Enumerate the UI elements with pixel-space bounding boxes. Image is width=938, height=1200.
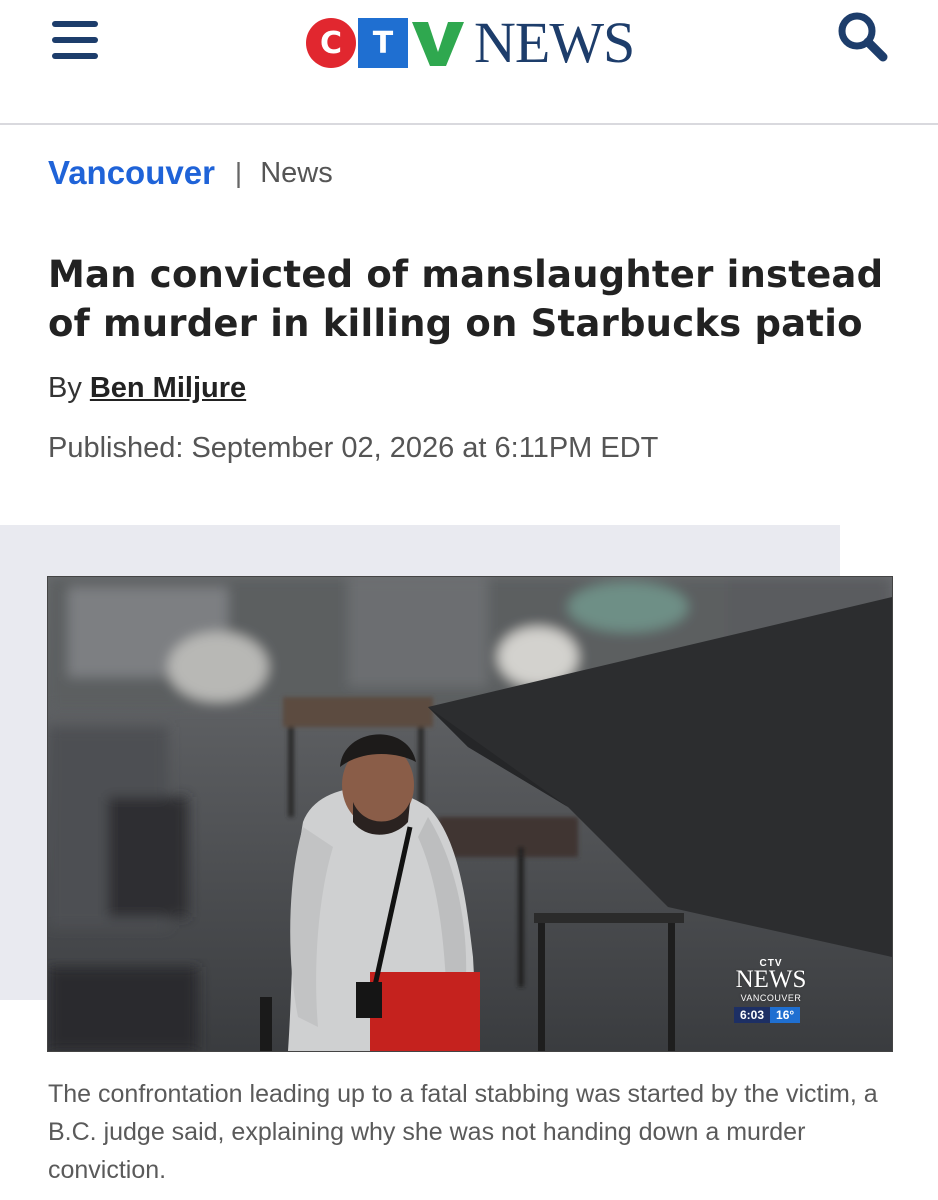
watermark-news: NEWS — [735, 966, 807, 993]
menu-bar-line — [52, 21, 98, 27]
ctv-news-logo[interactable]: C T NEWS — [306, 10, 635, 75]
menu-bar-line — [52, 37, 98, 43]
watermark-temperature: 16° — [770, 1007, 801, 1023]
byline-prefix: By — [48, 372, 82, 404]
watermark-time: 6:03 — [734, 1007, 771, 1023]
watermark-city: VANCOUVER — [740, 993, 802, 1003]
hamburger-menu-icon[interactable] — [50, 19, 100, 63]
article-lead-image[interactable]: CTV NEWS VANCOUVER 6:03 16° — [47, 576, 893, 1052]
site-header: C T NEWS — [0, 0, 938, 125]
logo-wordmark: NEWS — [474, 10, 635, 75]
logo-letter-v — [412, 22, 464, 66]
breadcrumb: Vancouver | News — [48, 150, 333, 196]
published-label: Published: — [48, 432, 184, 464]
breadcrumb-category-link[interactable]: News — [260, 157, 333, 190]
logo-letter-t: T — [358, 18, 408, 68]
image-caption: The confrontation leading up to a fatal … — [48, 1080, 878, 1184]
search-icon[interactable] — [834, 8, 890, 64]
logo-letter-c: C — [306, 18, 356, 68]
article-byline: By Ben Miljure — [48, 372, 246, 405]
published-date: September 02, 2026 at 6:11PM EDT — [191, 432, 659, 464]
breadcrumb-section-link[interactable]: Vancouver — [48, 154, 215, 192]
tv-station-watermark: CTV NEWS VANCOUVER 6:03 16° — [734, 958, 808, 1023]
author-link[interactable]: Ben Miljure — [90, 372, 246, 404]
watermark-time-temp: 6:03 16° — [734, 1007, 808, 1023]
article-headline: Man convicted of manslaughter instead of… — [48, 253, 884, 345]
menu-bar-line — [52, 53, 98, 59]
breadcrumb-separator: | — [234, 157, 243, 188]
published-timestamp: Published: September 02, 2026 at 6:11PM E… — [48, 432, 658, 465]
